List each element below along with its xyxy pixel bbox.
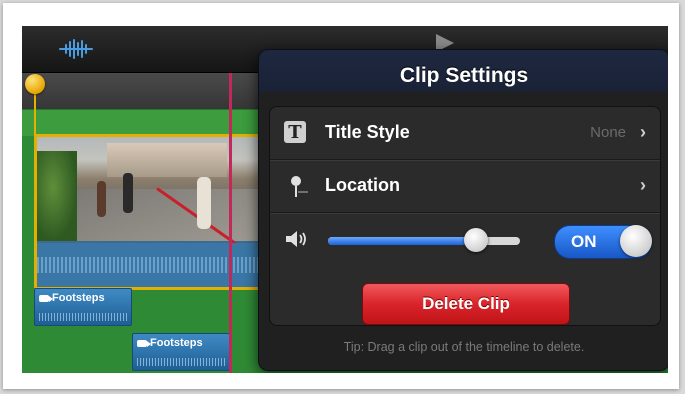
volume-slider-fill	[328, 237, 476, 245]
title-style-label: Title Style	[325, 122, 410, 142]
popover-title: Clip Settings	[399, 64, 529, 87]
clip-settings-popover: Clip Settings T Title Style None › Locat…	[258, 49, 668, 371]
audio-clip-footsteps-2[interactable]: Footsteps	[132, 333, 230, 371]
video-clip-thumbnail	[37, 137, 261, 253]
title-style-value: None	[590, 124, 626, 141]
volume-slider-thumb[interactable]	[463, 228, 488, 252]
location-row[interactable]: Location ›	[270, 160, 660, 213]
chevron-right-icon: ›	[640, 175, 646, 195]
sound-effect-icon	[39, 294, 53, 302]
delete-clip-button[interactable]: Delete Clip	[362, 283, 570, 325]
chevron-right-icon: ›	[640, 122, 646, 142]
audio-clip-label: Footsteps	[150, 337, 203, 349]
playhead[interactable]	[229, 73, 232, 373]
clip-trim-handle[interactable]	[25, 74, 45, 94]
audio-clip-label: Footsteps	[52, 292, 105, 304]
location-label: Location	[325, 175, 400, 195]
video-clip-audio-waveform	[37, 243, 261, 287]
speaker-icon	[286, 231, 306, 247]
audio-toggle-switch[interactable]: ON	[554, 225, 652, 259]
audio-clip-waveform	[137, 358, 225, 366]
title-t-icon: T	[284, 121, 306, 143]
title-style-row[interactable]: T Title Style None ›	[270, 107, 660, 160]
volume-slider[interactable]	[328, 228, 520, 252]
location-pin-icon	[291, 176, 308, 197]
imovie-screen: Footsteps Footsteps Clip Settings T Titl…	[22, 26, 668, 373]
audio-clip-waveform	[39, 313, 127, 321]
toggle-knob	[620, 225, 652, 257]
audio-clip-footsteps-1[interactable]: Footsteps	[34, 288, 132, 326]
toggle-label: ON	[571, 232, 597, 251]
tip-text: Tip: Drag a clip out of the timeline to …	[343, 340, 585, 354]
audio-waveform-icon[interactable]	[58, 38, 94, 60]
sound-effect-icon	[137, 339, 151, 347]
settings-panel: T Title Style None › Location › ON Delet…	[269, 106, 661, 326]
